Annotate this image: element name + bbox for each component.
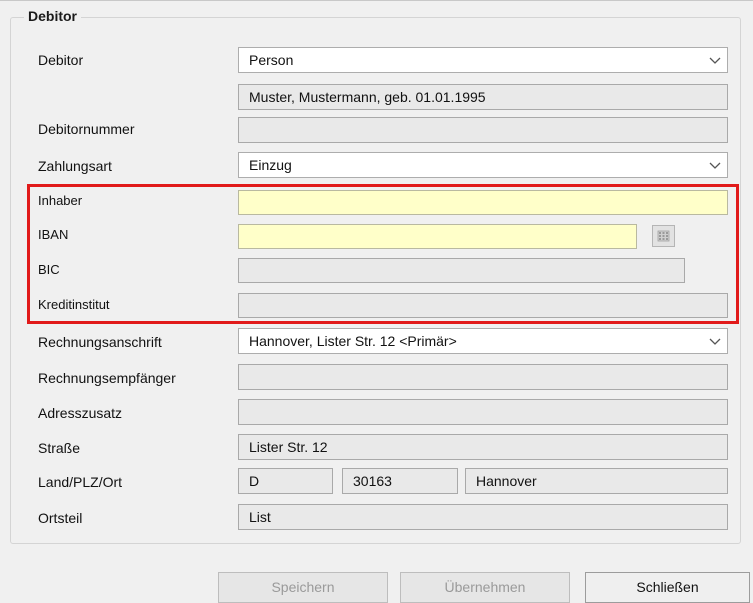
iban-input[interactable] — [238, 224, 637, 249]
adresszusatz-label: Adresszusatz — [38, 405, 123, 421]
calendar-grid-icon[interactable] — [650, 223, 678, 249]
rechnungsanschrift-select-value: Hannover, Lister Str. 12 <Primär> — [249, 333, 457, 349]
ortsteil-field[interactable]: List — [238, 504, 728, 530]
apply-button[interactable]: Übernehmen — [400, 572, 570, 603]
bic-field[interactable] — [238, 258, 685, 283]
debitornummer-field[interactable] — [238, 117, 728, 143]
kreditinstitut-field[interactable] — [238, 293, 728, 318]
chevron-down-icon — [709, 56, 721, 64]
debitor-detail-field: Muster, Mustermann, geb. 01.01.1995 — [238, 84, 728, 110]
plz-field[interactable]: 30163 — [342, 468, 458, 494]
ortsteil-label: Ortsteil — [38, 510, 83, 526]
chevron-down-icon — [709, 161, 721, 169]
zahlungsart-select-value: Einzug — [249, 157, 292, 173]
land-plz-ort-label: Land/PLZ/Ort — [38, 474, 123, 490]
rechnungsempfaenger-field[interactable] — [238, 364, 728, 390]
debitor-select-value: Person — [249, 52, 294, 68]
rechnungsanschrift-label: Rechnungsanschrift — [38, 334, 162, 350]
close-button[interactable]: Schließen — [585, 572, 750, 603]
debitor-label: Debitor — [38, 52, 84, 68]
iban-label: IBAN — [38, 227, 69, 242]
inhaber-input[interactable] — [238, 190, 728, 215]
debitor-select[interactable]: Person — [238, 47, 728, 73]
adresszusatz-field[interactable] — [238, 399, 728, 425]
save-button[interactable]: Speichern — [218, 572, 388, 603]
kreditinstitut-label: Kreditinstitut — [38, 297, 110, 312]
zahlungsart-select[interactable]: Einzug — [238, 152, 728, 178]
inhaber-label: Inhaber — [38, 193, 83, 208]
window-top-border — [0, 0, 753, 1]
fieldset-legend: Debitor — [24, 8, 81, 24]
land-field[interactable]: D — [238, 468, 333, 494]
bic-label: BIC — [38, 262, 60, 277]
strasse-field[interactable]: Lister Str. 12 — [238, 434, 728, 460]
strasse-label: Straße — [38, 440, 81, 456]
ort-field[interactable]: Hannover — [465, 468, 728, 494]
debitornummer-label: Debitornummer — [38, 121, 135, 137]
chevron-down-icon — [709, 337, 721, 345]
rechnungsempfaenger-label: Rechnungsempfänger — [38, 370, 176, 386]
rechnungsanschrift-select[interactable]: Hannover, Lister Str. 12 <Primär> — [238, 328, 728, 354]
zahlungsart-label: Zahlungsart — [38, 158, 112, 174]
